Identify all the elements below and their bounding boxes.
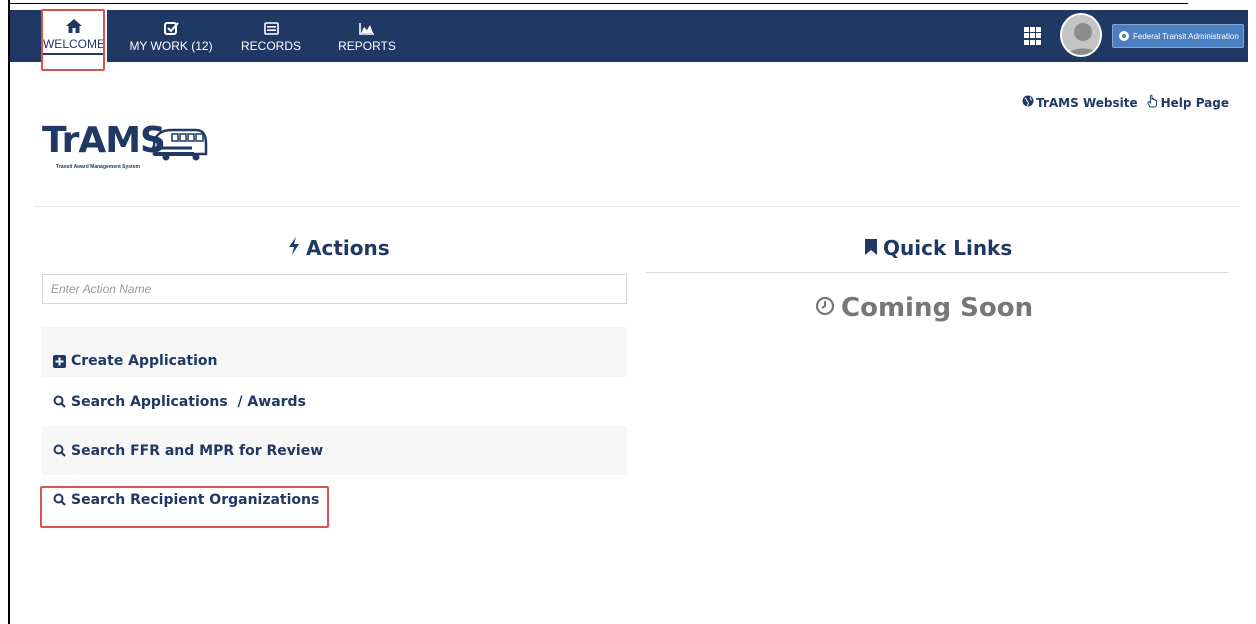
quick-links-heading: Quick Links	[865, 236, 1012, 260]
frame-left-border	[8, 0, 10, 624]
coming-soon-status: Coming Soon	[815, 293, 1033, 323]
create-application-link[interactable]: Create Application	[42, 327, 627, 377]
top-navigation-bar: WELCOME MY WORK (12) RECORDS REPORTS Fed…	[10, 10, 1248, 62]
create-application-label: Create Application	[71, 353, 218, 369]
chart-area-icon	[359, 19, 375, 37]
header-links: TrAMS Website Help Page	[1022, 94, 1229, 111]
bookmark-icon	[865, 236, 877, 260]
trams-logo: TrAMS Transit Award Management System	[42, 122, 212, 174]
checkbox-icon	[163, 19, 179, 37]
search-icon	[53, 444, 66, 457]
trams-website-label: TrAMS Website	[1036, 95, 1138, 110]
search-icon	[53, 493, 66, 506]
header-divider	[34, 206, 1240, 207]
nav-my-work-label: MY WORK (12)	[129, 39, 213, 53]
nav-records-label: RECORDS	[240, 39, 301, 53]
logo-text: TrAMS	[42, 120, 166, 161]
logo-subtext: Transit Award Management System	[56, 164, 140, 170]
quick-links-title: Quick Links	[883, 236, 1013, 260]
nav-reports-label: REPORTS	[338, 39, 396, 53]
trams-website-link[interactable]: TrAMS Website	[1022, 94, 1138, 111]
quick-links-divider	[646, 272, 1228, 273]
org-icon	[1119, 31, 1129, 41]
home-icon	[66, 17, 82, 35]
action-name-search-input[interactable]	[42, 274, 627, 304]
actions-heading: Actions	[288, 236, 390, 260]
nav-records[interactable]: RECORDS	[238, 10, 304, 62]
search-applications-awards-link[interactable]: Search Applications / Awards	[42, 377, 627, 426]
action-list: Create Application Search Applications /…	[42, 327, 627, 524]
actions-title: Actions	[306, 236, 390, 260]
search-icon	[53, 395, 66, 408]
help-page-label: Help Page	[1160, 95, 1229, 110]
bolt-icon	[288, 236, 300, 260]
frame-top-border	[8, 3, 1188, 4]
hand-pointer-icon	[1146, 94, 1159, 111]
help-page-link[interactable]: Help Page	[1146, 94, 1229, 111]
globe-icon	[1022, 95, 1034, 110]
coming-soon-label: Coming Soon	[841, 293, 1034, 323]
search-recipient-organizations-label: Search Recipient Organizations	[71, 491, 320, 508]
org-label: Federal Transit Administration	[1133, 31, 1239, 41]
nav-welcome-label: WELCOME	[42, 37, 105, 55]
list-icon	[263, 19, 279, 37]
user-avatar[interactable]	[1060, 13, 1102, 57]
nav-reports[interactable]: REPORTS	[334, 10, 400, 62]
search-ffr-mpr-link[interactable]: Search FFR and MPR for Review	[42, 426, 627, 475]
organization-badge[interactable]: Federal Transit Administration	[1112, 24, 1244, 48]
search-applications-awards-label: Search Applications / Awards	[71, 393, 306, 410]
clock-icon	[815, 293, 835, 323]
plus-square-icon	[53, 354, 66, 368]
search-recipient-organizations-link[interactable]: Search Recipient Organizations	[42, 475, 627, 524]
nav-my-work[interactable]: MY WORK (12)	[123, 10, 219, 62]
bus-logo-icon	[152, 128, 208, 161]
nav-welcome[interactable]: WELCOME	[41, 10, 107, 62]
search-ffr-mpr-label: Search FFR and MPR for Review	[71, 442, 324, 459]
apps-grid-icon[interactable]	[1024, 27, 1042, 45]
